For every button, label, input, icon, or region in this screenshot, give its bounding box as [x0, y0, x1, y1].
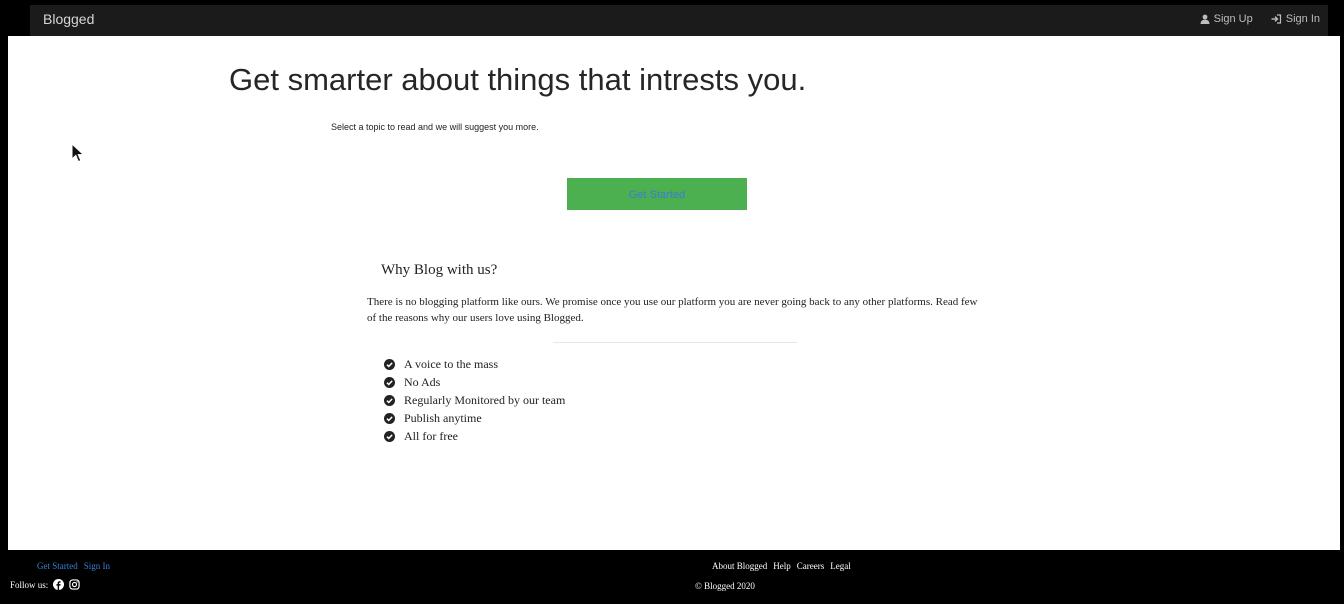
- sign-up-link[interactable]: Sign Up: [1200, 13, 1253, 25]
- footer-link-careers[interactable]: Careers: [797, 561, 824, 571]
- top-navbar: Blogged Sign Up Sign In: [30, 5, 1328, 36]
- footer-quick-links: Get Started Sign In: [37, 561, 110, 571]
- feature-label: Publish anytime: [404, 410, 482, 425]
- check-circle-icon: [384, 412, 395, 424]
- feature-item: Publish anytime: [384, 409, 565, 427]
- footer: Get Started Sign In Follow us: About Blo…: [0, 550, 1344, 604]
- why-blog-heading: Why Blog with us?: [381, 262, 498, 278]
- footer-links: About Blogged Help Careers Legal: [712, 561, 851, 571]
- sign-in-label: Sign In: [1285, 13, 1320, 25]
- check-circle-icon: [384, 394, 395, 406]
- user-icon: [1200, 14, 1210, 24]
- mouse-cursor-icon: [71, 143, 85, 163]
- check-circle-icon: [384, 376, 395, 388]
- sign-up-label: Sign Up: [1213, 13, 1253, 25]
- feature-label: A voice to the mass: [404, 356, 498, 371]
- feature-item: A voice to the mass: [384, 355, 565, 373]
- hero-subtitle: Select a topic to read and we will sugge…: [331, 122, 539, 132]
- footer-sign-in-link[interactable]: Sign In: [84, 561, 110, 571]
- facebook-icon[interactable]: [53, 579, 65, 590]
- feature-label: No Ads: [404, 374, 441, 389]
- instagram-icon[interactable]: [69, 579, 80, 590]
- follow-us-label: Follow us:: [10, 579, 49, 590]
- footer-link-help[interactable]: Help: [773, 561, 791, 571]
- brand-logo[interactable]: Blogged: [43, 11, 94, 27]
- main-content: Get smarter about things that intrests y…: [8, 36, 1340, 550]
- sign-in-icon: [1271, 14, 1281, 24]
- section-divider: [553, 342, 797, 343]
- nav-actions: Sign Up Sign In: [1200, 13, 1320, 25]
- footer-link-legal[interactable]: Legal: [830, 561, 851, 571]
- footer-get-started-link[interactable]: Get Started: [37, 561, 78, 571]
- feature-item: All for free: [384, 427, 565, 445]
- feature-list: A voice to the mass No Ads Regularly Mon…: [384, 355, 565, 445]
- copyright-text: © Blogged 2020: [695, 581, 755, 591]
- footer-link-about[interactable]: About Blogged: [712, 561, 767, 571]
- page: Blogged Sign Up Sign In Get smarter abou…: [0, 0, 1344, 604]
- check-circle-icon: [384, 358, 395, 370]
- sign-in-link[interactable]: Sign In: [1271, 13, 1320, 25]
- feature-label: All for free: [404, 428, 458, 443]
- feature-item: Regularly Monitored by our team: [384, 391, 565, 409]
- follow-us: Follow us:: [10, 579, 80, 590]
- feature-item: No Ads: [384, 373, 565, 391]
- feature-label: Regularly Monitored by our team: [404, 392, 566, 407]
- hero-title: Get smarter about things that intrests y…: [229, 62, 807, 97]
- check-circle-icon: [384, 430, 395, 442]
- get-started-button[interactable]: Get Started: [567, 178, 747, 210]
- why-blog-description: There is no blogging platform like ours.…: [367, 296, 978, 324]
